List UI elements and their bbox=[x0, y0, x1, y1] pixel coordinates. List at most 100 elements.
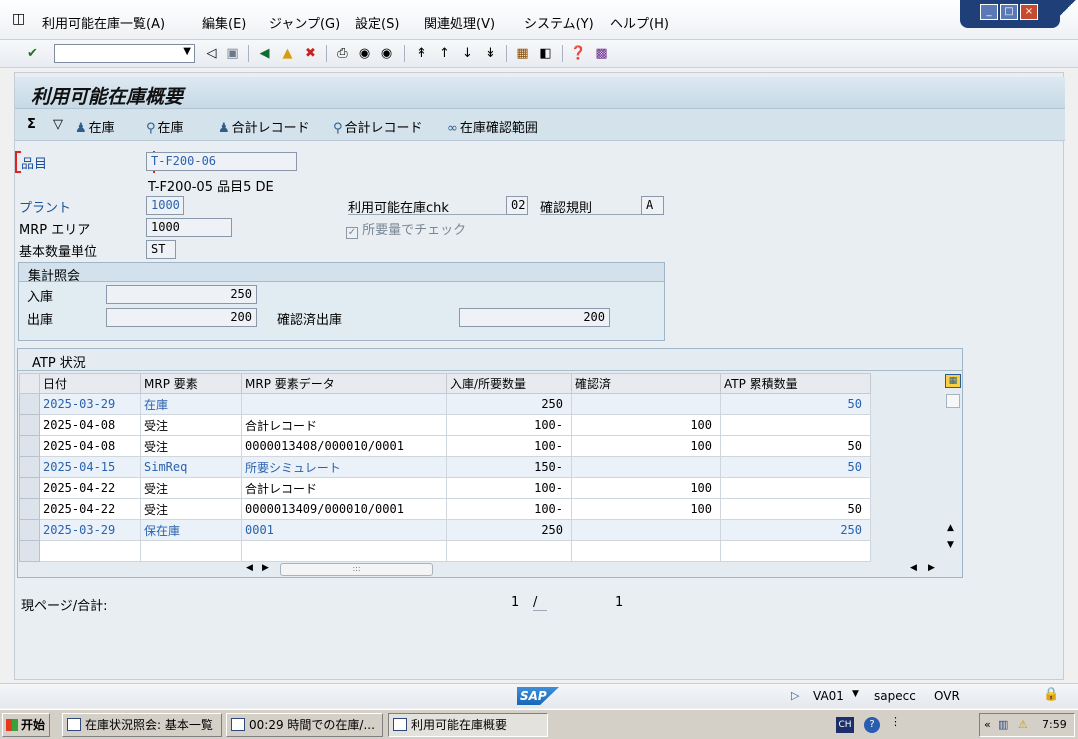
cell-mrp-element-data[interactable]: 合計レコード bbox=[241, 414, 447, 436]
cell-atp-cumulative[interactable]: 50 bbox=[720, 456, 871, 478]
mrp-area-field[interactable]: 1000 bbox=[146, 218, 232, 237]
cell-date[interactable]: 2025-03-29 bbox=[39, 393, 141, 415]
receipts-field[interactable]: 250 bbox=[106, 285, 257, 304]
select-all-box[interactable] bbox=[946, 394, 960, 408]
cell-quantity[interactable]: 100- bbox=[446, 435, 572, 457]
cell-mrp-element-data[interactable]: 0000013408/000010/0001 bbox=[241, 435, 447, 457]
cell-confirmed[interactable]: 100 bbox=[571, 435, 721, 457]
collapse-left-icon[interactable]: ◁ bbox=[203, 45, 220, 62]
cell-confirmed[interactable] bbox=[571, 519, 721, 541]
stock-button[interactable]: ♟ 在庫 bbox=[75, 117, 115, 136]
total-record-button[interactable]: ♟ 合計レコード bbox=[218, 117, 310, 136]
menu-system[interactable]: システム(Y) bbox=[524, 13, 594, 32]
layout-settings-icon[interactable]: ▦ bbox=[945, 374, 961, 388]
cell-date[interactable]: 2025-04-22 bbox=[39, 477, 141, 499]
cell-atp-cumulative[interactable]: 50 bbox=[720, 393, 871, 415]
row-selector[interactable] bbox=[19, 498, 40, 520]
menu-availability-overview[interactable]: 利用可能在庫一覧(A) bbox=[42, 13, 165, 32]
taskbar-item-stock-overview[interactable]: 在庫状況照会: 基本一覧 bbox=[62, 713, 222, 737]
row-selector[interactable] bbox=[19, 435, 40, 457]
column-header-mrp-element-data[interactable]: MRP 要素データ bbox=[241, 373, 447, 394]
previous-page-icon[interactable]: ↑ bbox=[436, 45, 453, 62]
cell-mrp-element[interactable]: 保在庫 bbox=[140, 519, 242, 541]
row-selector[interactable] bbox=[19, 414, 40, 436]
cell-atp-cumulative[interactable] bbox=[720, 477, 871, 499]
enter-icon[interactable]: ✔ bbox=[24, 45, 41, 62]
table-row[interactable]: 2025-03-29 在庫 250 50 bbox=[19, 393, 871, 415]
row-selector[interactable] bbox=[19, 519, 40, 541]
menu-settings[interactable]: 設定(S) bbox=[355, 13, 399, 32]
scroll-up-icon[interactable]: ▲ bbox=[947, 523, 954, 533]
cell-date[interactable]: 2025-04-15 bbox=[39, 456, 141, 478]
lock-icon[interactable]: 🔒 bbox=[1043, 687, 1059, 702]
language-indicator[interactable]: CH bbox=[836, 717, 854, 733]
column-header-mrp-element[interactable]: MRP 要素 bbox=[140, 373, 242, 394]
cell-date[interactable]: 2025-03-29 bbox=[39, 519, 141, 541]
cell-atp-cumulative[interactable]: 250 bbox=[720, 519, 871, 541]
requirements-check[interactable]: ✓ 所要量でチェック bbox=[346, 219, 466, 239]
issues-field[interactable]: 200 bbox=[106, 308, 257, 327]
column-header-quantity[interactable]: 入庫/所要数量 bbox=[446, 373, 572, 394]
availability-check-field[interactable]: 02 bbox=[506, 196, 528, 215]
close-button[interactable]: × bbox=[1020, 4, 1038, 20]
scroll-left-icon[interactable]: ◀ bbox=[910, 563, 917, 573]
layout-menu-icon[interactable]: ▩ bbox=[593, 45, 610, 62]
scroll-thumb[interactable]: ::: bbox=[280, 563, 433, 576]
stock-detail-button[interactable]: ⚲ 在庫 bbox=[146, 117, 184, 136]
help-icon[interactable]: ❓ bbox=[570, 45, 587, 62]
save-icon[interactable]: ▣ bbox=[224, 45, 241, 62]
start-button[interactable]: 开始 bbox=[2, 713, 50, 737]
cell-mrp-element-data[interactable]: 合計レコード bbox=[241, 477, 447, 499]
row-selector[interactable] bbox=[19, 456, 40, 478]
new-session-icon[interactable]: ▦ bbox=[514, 45, 531, 62]
cell-atp-cumulative[interactable]: 50 bbox=[720, 498, 871, 520]
back-icon[interactable]: ◀ bbox=[256, 45, 273, 62]
row-selector[interactable] bbox=[19, 393, 40, 415]
cell-mrp-element[interactable]: 在庫 bbox=[140, 393, 242, 415]
shortcut-icon[interactable]: ◧ bbox=[537, 45, 554, 62]
sum-icon[interactable]: Σ bbox=[27, 117, 36, 132]
tray-expand-icon[interactable]: « bbox=[984, 714, 991, 736]
taskbar-item-stock-time[interactable]: 00:29 時間での在庫/... bbox=[226, 713, 383, 737]
cell-mrp-element[interactable]: 受注 bbox=[140, 477, 242, 499]
chevron-down-icon[interactable]: ▼ bbox=[852, 689, 859, 699]
table-row[interactable]: 2025-04-15 SimReq 所要シミュレート 150- 50 bbox=[19, 456, 871, 478]
cell-mrp-element[interactable]: 受注 bbox=[140, 414, 242, 436]
cell-quantity[interactable]: 100- bbox=[446, 477, 572, 499]
row-selector-header[interactable] bbox=[19, 373, 40, 394]
first-page-icon[interactable]: ↟ bbox=[413, 45, 430, 62]
find-icon[interactable]: ◉ bbox=[356, 45, 373, 62]
scroll-left-icon[interactable]: ◀ bbox=[246, 563, 253, 573]
column-header-atp-cumulative[interactable]: ATP 累積数量 bbox=[720, 373, 871, 394]
horizontal-scrollbar[interactable]: ◀ ▶ ::: ◀ ▶ bbox=[246, 561, 946, 577]
command-field[interactable]: ▼ bbox=[54, 44, 195, 63]
material-field[interactable]: T-F200-06 bbox=[146, 152, 297, 171]
menu-help[interactable]: ヘルプ(H) bbox=[610, 13, 669, 32]
system-menu-icon[interactable]: ◫ bbox=[12, 11, 30, 27]
cell-confirmed[interactable] bbox=[571, 456, 721, 478]
menu-edit[interactable]: 編集(E) bbox=[202, 13, 246, 32]
cell-date[interactable]: 2025-04-22 bbox=[39, 498, 141, 520]
minimize-button[interactable]: _ bbox=[980, 4, 998, 20]
scroll-right-icon[interactable]: ▶ bbox=[928, 563, 935, 573]
table-row[interactable]: 2025-03-29 保在庫 0001 250 250 bbox=[19, 519, 871, 541]
table-row[interactable]: 2025-04-08 受注 0000013408/000010/0001 100- 10… bbox=[19, 435, 871, 457]
cell-quantity[interactable]: 100- bbox=[446, 414, 572, 436]
find-next-icon[interactable]: ◉ bbox=[378, 45, 395, 62]
cell-quantity[interactable]: 150- bbox=[446, 456, 572, 478]
cell-confirmed[interactable] bbox=[571, 393, 721, 415]
cell-mrp-element-data[interactable]: 所要シミュレート bbox=[241, 456, 447, 478]
cell-confirmed[interactable]: 100 bbox=[571, 414, 721, 436]
exit-icon[interactable]: ▲ bbox=[279, 45, 296, 62]
total-record-detail-button[interactable]: ⚲ 合計レコード bbox=[333, 117, 423, 136]
network-icon[interactable]: ▥ bbox=[998, 714, 1008, 736]
filter-icon[interactable]: ▽ bbox=[53, 117, 63, 132]
menu-environment[interactable]: 関連処理(V) bbox=[424, 13, 495, 32]
cell-mrp-element-data[interactable]: 0001 bbox=[241, 519, 447, 541]
cell-mrp-element-data[interactable] bbox=[241, 393, 447, 415]
cell-mrp-element[interactable]: 受注 bbox=[140, 498, 242, 520]
column-header-confirmed[interactable]: 確認済 bbox=[571, 373, 721, 394]
cell-confirmed[interactable]: 100 bbox=[571, 498, 721, 520]
cell-confirmed[interactable]: 100 bbox=[571, 477, 721, 499]
cell-atp-cumulative[interactable] bbox=[720, 414, 871, 436]
